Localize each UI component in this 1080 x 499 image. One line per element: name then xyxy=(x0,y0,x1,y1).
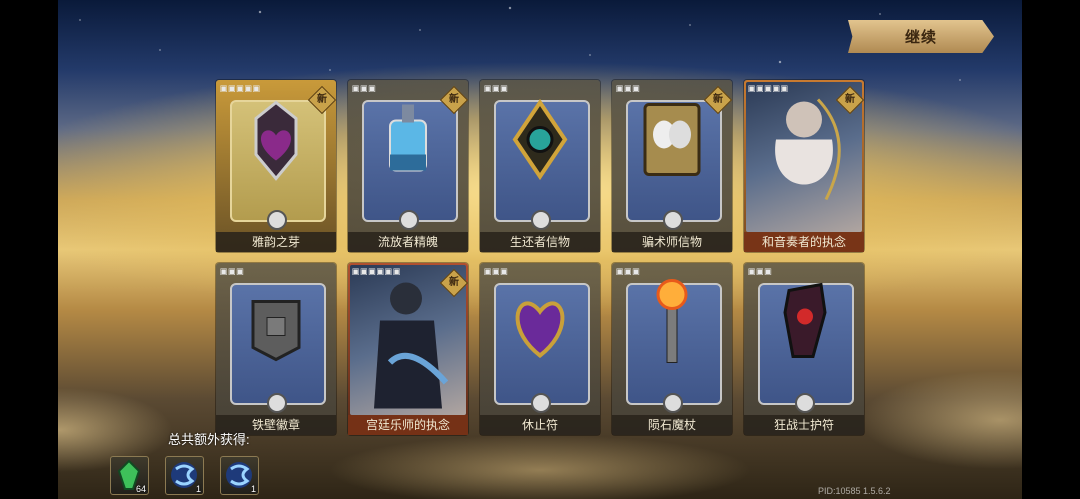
reward-item[interactable]: 1 xyxy=(165,456,204,495)
card-name: 流放者精魄 xyxy=(348,232,468,252)
reward-item[interactable]: 64 xyxy=(110,456,149,495)
reward-count: 1 xyxy=(195,484,201,494)
reward-card[interactable]: 🞕🞕🞕🞕🞕 新和音奏者的执念 xyxy=(744,80,865,252)
card-name: 骗术师信物 xyxy=(612,232,732,252)
card-name: 狂战士护符 xyxy=(744,415,864,435)
purple-heart-icon xyxy=(505,278,575,373)
heart-amulet-icon xyxy=(244,95,308,190)
card-name: 休止符 xyxy=(480,415,600,435)
reward-card[interactable]: 🞕🞕🞕 新流放者精魄 xyxy=(348,80,469,252)
rarity-stars: 🞕🞕🞕🞕🞕🞕 xyxy=(352,267,402,277)
reward-card[interactable]: 🞕🞕🞕 铁壁徽章 xyxy=(216,263,336,435)
total-extra-label: 总共额外获得: xyxy=(168,432,250,447)
rarity-stars: 🞕🞕🞕 xyxy=(220,267,245,277)
reward-count: 64 xyxy=(135,484,146,494)
potion-bottle-icon xyxy=(376,95,440,190)
version-text: PID:10585 1.5.6.2 xyxy=(818,486,891,496)
continue-button[interactable]: 继续 xyxy=(848,20,994,53)
card-name: 宫廷乐师的执念 xyxy=(348,415,468,435)
eye-emblem-icon xyxy=(505,95,575,190)
rarity-stars: 🞕🞕🞕 xyxy=(616,267,641,277)
card-name: 陨石魔杖 xyxy=(612,415,732,435)
crimson-charm-icon xyxy=(769,273,839,378)
rarity-stars: 🞕🞕🞕 xyxy=(352,84,377,94)
card-name: 和音奏者的执念 xyxy=(744,232,864,252)
right-letterbox xyxy=(1022,0,1080,499)
new-badge-label: 新 xyxy=(449,94,459,105)
left-letterbox xyxy=(0,0,58,499)
new-badge-label: 新 xyxy=(845,94,855,105)
card-type-emblem-icon xyxy=(267,210,287,230)
reward-card[interactable]: 🞕🞕🞕 陨石魔杖 xyxy=(612,263,732,435)
mask-book-icon xyxy=(637,95,707,190)
card-type-emblem-icon xyxy=(663,210,683,230)
reward-count: 1 xyxy=(250,484,256,494)
meteor-wand-icon xyxy=(637,273,707,378)
reward-item[interactable]: 1 xyxy=(220,456,259,495)
reward-card[interactable]: 🞕🞕🞕 生还者信物 xyxy=(480,80,600,252)
rarity-stars: 🞕🞕🞕🞕🞕 xyxy=(748,84,790,94)
card-type-emblem-icon xyxy=(267,393,287,413)
rarity-stars: 🞕🞕🞕 xyxy=(748,267,773,277)
reward-card[interactable]: 🞕🞕🞕🞕🞕🞕 新宫廷乐师的执念 xyxy=(348,263,469,435)
game-screen: 继续 🞕🞕🞕🞕🞕 新雅韵之芽 🞕🞕🞕 新流放者精魄 🞕🞕🞕 生还者信物 🞕🞕🞕 新骗术师信物 🞕… xyxy=(0,0,1080,499)
stone-badge-icon xyxy=(241,278,311,373)
card-type-emblem-icon xyxy=(531,393,551,413)
card-type-emblem-icon xyxy=(399,210,419,230)
reward-card[interactable]: 🞕🞕🞕 狂战士护符 xyxy=(744,263,864,435)
reward-card[interactable]: 🞕🞕🞕 新骗术师信物 xyxy=(612,80,733,252)
rarity-stars: 🞕🞕🞕 xyxy=(484,84,509,94)
card-name: 雅韵之芽 xyxy=(216,232,336,252)
rarity-stars: 🞕🞕🞕 xyxy=(484,267,509,277)
card-name: 生还者信物 xyxy=(480,232,600,252)
rarity-stars: 🞕🞕🞕🞕🞕 xyxy=(220,84,262,94)
card-type-emblem-icon xyxy=(795,393,815,413)
card-type-emblem-icon xyxy=(663,393,683,413)
new-badge-label: 新 xyxy=(317,94,327,105)
reward-card[interactable]: 🞕🞕🞕 休止符 xyxy=(480,263,600,435)
card-type-emblem-icon xyxy=(531,210,551,230)
rarity-stars: 🞕🞕🞕 xyxy=(616,84,641,94)
reward-card[interactable]: 🞕🞕🞕🞕🞕 新雅韵之芽 xyxy=(216,80,337,252)
new-badge-label: 新 xyxy=(449,277,459,288)
new-badge-label: 新 xyxy=(713,94,723,105)
